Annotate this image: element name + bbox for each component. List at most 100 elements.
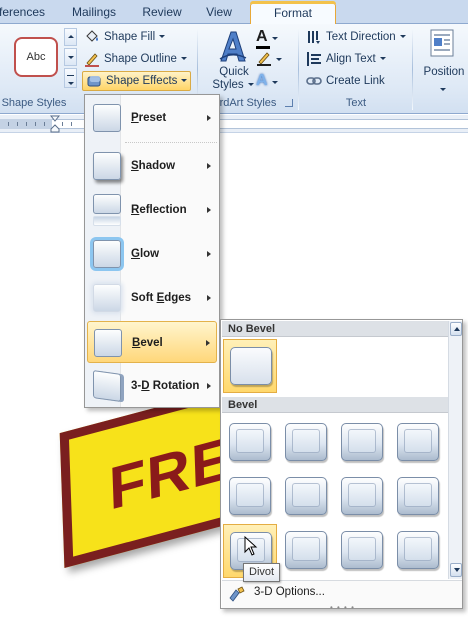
- indent-marker-icon[interactable]: [49, 115, 61, 136]
- wordart-a-icon: [219, 31, 247, 62]
- bevel-option-hard-edge[interactable]: [335, 524, 389, 578]
- preset-icon: [93, 104, 121, 132]
- bevel-angle-icon: [229, 477, 271, 515]
- bevel-option-cross[interactable]: [335, 416, 389, 470]
- submenu-arrow-icon: [207, 295, 211, 301]
- position-page-icon: [430, 29, 454, 57]
- submenu-arrow-icon: [207, 115, 211, 121]
- 3d-options-item[interactable]: 3-D Options... • • • •: [222, 580, 462, 612]
- submenu-arrow-icon: [207, 251, 211, 257]
- group-separator: [412, 28, 413, 110]
- reflection-icon: [93, 194, 121, 214]
- submenu-arrow-icon: [206, 340, 210, 346]
- 3d-options-label: 3-D Options...: [254, 586, 325, 598]
- submenu-arrow-icon: [207, 163, 211, 169]
- align-text-button[interactable]: Align Text: [306, 49, 386, 69]
- menu-item-preset[interactable]: Preset: [87, 97, 217, 139]
- text-effects-icon: A: [256, 72, 268, 89]
- group-label-text: Text: [345, 97, 367, 109]
- scroll-down-button[interactable]: [450, 563, 462, 577]
- shape-style-thumbnail[interactable]: Abc: [14, 37, 58, 77]
- no-bevel-icon: [230, 347, 272, 385]
- text-direction-icon: [306, 29, 322, 45]
- soft-edges-icon: [93, 284, 121, 312]
- bevel-icon: [94, 329, 122, 357]
- menu-item-3d-rotation[interactable]: 3-D Rotation: [87, 365, 217, 407]
- text-fill-icon: A: [256, 28, 268, 45]
- menu-item-glow[interactable]: Glow: [87, 233, 217, 275]
- menu-item-bevel[interactable]: Bevel: [87, 321, 217, 363]
- 3d-options-icon: [229, 586, 245, 602]
- group-label-wordart-styles: rdArt Styles: [219, 97, 277, 109]
- position-button[interactable]: Position: [418, 27, 468, 93]
- quick-styles-label-2: Styles: [211, 79, 255, 91]
- bevel-header: Bevel: [222, 397, 448, 413]
- group-label-shape-styles: Shape Styles: [1, 97, 67, 109]
- shape-effects-button[interactable]: Shape Effects: [82, 71, 192, 91]
- ribbon: Abc Shape Fill Shape Outline Shape Effec…: [0, 24, 468, 114]
- no-bevel-header: No Bevel: [222, 321, 448, 337]
- dialog-launcher-icon[interactable]: [285, 99, 293, 107]
- bevel-option-none[interactable]: [223, 339, 277, 393]
- tab-view[interactable]: View: [196, 3, 242, 24]
- bevel-cool-slant-icon: [397, 423, 439, 461]
- text-outline-button[interactable]: [256, 50, 282, 68]
- bevel-convex-icon: [341, 477, 383, 515]
- text-outline-pen-icon: [257, 52, 271, 66]
- bevel-option-art-deco[interactable]: [391, 524, 445, 578]
- create-link-button[interactable]: Create Link: [306, 71, 385, 91]
- 3d-rotation-icon: [93, 370, 121, 402]
- chain-link-icon: [306, 73, 322, 89]
- tab-review[interactable]: Review: [136, 3, 188, 24]
- paint-bucket-icon: [84, 29, 100, 45]
- quick-styles-label-1: Quick: [219, 66, 249, 78]
- menu-item-reflection[interactable]: Reflection: [87, 189, 217, 231]
- menu-item-soft-edges[interactable]: Soft Edges: [87, 277, 217, 319]
- menu-divider: [125, 142, 217, 143]
- text-fill-button[interactable]: A: [256, 28, 278, 49]
- bevel-option-circle[interactable]: [223, 416, 277, 470]
- gallery-scroll-down[interactable]: [64, 48, 77, 66]
- group-separator: [298, 28, 299, 110]
- tab-mailings[interactable]: Mailings: [64, 3, 124, 24]
- text-direction-button[interactable]: Text Direction: [306, 27, 406, 47]
- bevel-option-soft-round[interactable]: [279, 470, 333, 524]
- shape-effects-menu: Preset Shadow Reflection Glow Soft Edges…: [84, 94, 220, 408]
- shape-outline-button[interactable]: Shape Outline: [84, 49, 187, 69]
- bevel-art-deco-icon: [397, 531, 439, 569]
- horizontal-ruler[interactable]: [0, 115, 468, 133]
- bevel-hard-edge-icon: [341, 531, 383, 569]
- bevel-slope-icon: [397, 477, 439, 515]
- scroll-up-button[interactable]: [450, 322, 462, 336]
- shape-fill-button[interactable]: Shape Fill: [84, 27, 166, 47]
- resize-grip-icon[interactable]: • • • •: [330, 603, 355, 612]
- tab-format[interactable]: Format: [250, 1, 336, 25]
- align-text-icon: [306, 51, 322, 67]
- glow-icon: [93, 240, 121, 268]
- bevel-option-angle[interactable]: [223, 470, 277, 524]
- ribbon-tabs: ferences Mailings Review View Format: [0, 0, 468, 25]
- gallery-scroll-up[interactable]: [64, 28, 77, 46]
- bevel-option-relaxed-inset[interactable]: [279, 416, 333, 470]
- bevel-option-cool-slant[interactable]: [391, 416, 445, 470]
- gallery-scrollbar[interactable]: [448, 321, 462, 579]
- text-effects-button[interactable]: A: [256, 72, 278, 90]
- bevel-option-riblet[interactable]: [279, 524, 333, 578]
- gallery-more-button[interactable]: [64, 68, 77, 88]
- menu-item-shadow[interactable]: Shadow: [87, 145, 217, 187]
- tab-references[interactable]: ferences: [0, 3, 48, 24]
- position-label: Position: [423, 66, 465, 78]
- quick-styles-button[interactable]: Quick Styles: [211, 27, 255, 93]
- bevel-option-slope[interactable]: [391, 470, 445, 524]
- pencil-icon: [84, 51, 100, 67]
- bevel-cross-icon: [341, 423, 383, 461]
- submenu-arrow-icon: [207, 383, 211, 389]
- submenu-arrow-icon: [207, 207, 211, 213]
- bevel-option-convex[interactable]: [335, 470, 389, 524]
- shape-effects-icon: [86, 73, 102, 89]
- tooltip-divot: Divot: [243, 563, 281, 582]
- mouse-cursor-icon: [244, 536, 258, 556]
- bevel-relaxed-inset-icon: [285, 423, 327, 461]
- bevel-soft-round-icon: [285, 477, 327, 515]
- bevel-riblet-icon: [285, 531, 327, 569]
